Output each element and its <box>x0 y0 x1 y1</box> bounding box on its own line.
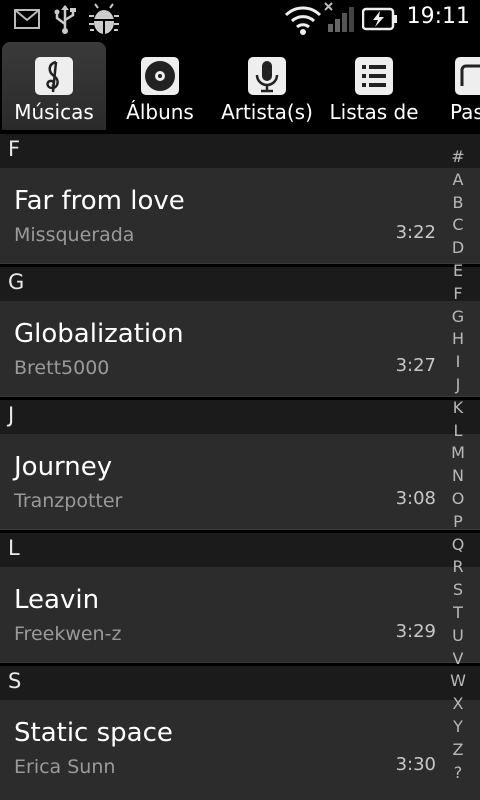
folder-icon <box>455 57 480 95</box>
tab-folders[interactable]: Pas <box>446 42 480 130</box>
usb-icon <box>54 5 76 34</box>
tab-artists[interactable]: Artista(s) <box>216 42 318 130</box>
index-letter[interactable]: D <box>444 237 472 260</box>
index-letter[interactable]: A <box>444 169 472 192</box>
index-letter[interactable]: O <box>444 488 472 511</box>
song-artist: Tranzpotter <box>14 490 123 512</box>
index-letter[interactable]: U <box>444 625 472 648</box>
section-header: G <box>0 267 480 301</box>
song-duration: 3:27 <box>395 355 436 376</box>
song-title: Leavin <box>14 585 100 615</box>
status-bar: 19:11 <box>0 0 480 38</box>
alphabet-index[interactable]: # A B C D E F G H I J K L M N O P Q R S T U V W X Y Z? <box>444 146 472 796</box>
section-letter: J <box>8 403 15 427</box>
index-letter[interactable]: I <box>444 351 472 374</box>
song-artist: Freekwen-z <box>14 623 122 645</box>
song-artist: Erica Sunn <box>14 756 116 778</box>
list-item[interactable]: Static space Erica Sunn 3:30 <box>0 700 480 800</box>
section-letter: F <box>8 137 21 161</box>
index-letter[interactable]: X <box>444 693 472 716</box>
song-list: F Far from love Missquerada 3:22 G Globa… <box>0 134 480 800</box>
index-letter[interactable]: G <box>444 306 472 329</box>
microphone-icon <box>248 57 286 95</box>
index-letter[interactable]: Q <box>444 534 472 557</box>
tab-label: Álbuns <box>126 100 194 124</box>
tab-label: Artista(s) <box>221 100 313 124</box>
list-item[interactable]: Globalization Brett5000 3:27 <box>0 301 480 397</box>
tab-bar: Músicas Álbuns Artista(s) Listas de Pas <box>0 38 480 130</box>
index-letter[interactable]: N <box>444 465 472 488</box>
index-letter[interactable]: S <box>444 579 472 602</box>
battery-charging-icon <box>362 7 397 31</box>
section-header: S <box>0 666 480 700</box>
index-letter[interactable]: Z <box>444 739 472 762</box>
tab-label: Listas de <box>329 100 419 124</box>
wifi-icon <box>284 6 322 35</box>
tab-albums[interactable]: Álbuns <box>110 42 210 130</box>
index-letter[interactable]: R <box>444 556 472 579</box>
song-duration: 3:30 <box>395 754 436 775</box>
tab-playlists[interactable]: Listas de <box>326 42 422 130</box>
disc-icon <box>141 57 179 95</box>
section-letter: S <box>8 669 22 693</box>
index-letter[interactable]: Y <box>444 716 472 739</box>
playlist-icon <box>355 57 393 95</box>
index-letter[interactable]: # <box>444 146 472 169</box>
index-letter[interactable]: C <box>444 214 472 237</box>
song-title: Far from love <box>14 186 185 216</box>
tab-label: Músicas <box>14 100 94 124</box>
song-title: Journey <box>14 452 113 482</box>
gmail-icon <box>14 9 40 29</box>
list-item[interactable]: Leavin Freekwen-z 3:29 <box>0 567 480 663</box>
song-artist: Brett5000 <box>14 357 110 379</box>
song-artist: Missquerada <box>14 224 135 246</box>
section-letter: G <box>8 270 25 294</box>
song-duration: 3:29 <box>395 621 436 642</box>
android-debug-icon <box>89 3 119 34</box>
song-title: Static space <box>14 718 173 748</box>
index-letter[interactable]: ? <box>444 762 472 785</box>
section-letter: L <box>8 536 20 560</box>
section-header: J <box>0 400 480 434</box>
clock: 19:11 <box>406 4 470 29</box>
song-duration: 3:08 <box>395 488 436 509</box>
music-note-icon <box>35 57 73 95</box>
index-letter[interactable]: L <box>444 420 472 443</box>
tab-label: Pas <box>450 100 480 124</box>
index-letter[interactable]: M <box>444 442 472 465</box>
song-title: Globalization <box>14 319 184 349</box>
index-letter[interactable]: K <box>444 397 472 420</box>
index-letter[interactable]: V <box>444 648 472 671</box>
signal-icon <box>324 2 354 32</box>
list-item[interactable]: Journey Tranzpotter 3:08 <box>0 434 480 530</box>
index-letter[interactable]: T <box>444 602 472 625</box>
index-letter[interactable]: B <box>444 192 472 215</box>
index-letter[interactable]: W <box>444 670 472 693</box>
index-letter[interactable]: H <box>444 328 472 351</box>
index-letter[interactable]: E <box>444 260 472 283</box>
section-header: L <box>0 533 480 567</box>
index-letter[interactable]: J <box>444 374 472 397</box>
section-header: F <box>0 134 480 168</box>
tab-songs[interactable]: Músicas <box>2 42 106 130</box>
list-item[interactable]: Far from love Missquerada 3:22 <box>0 168 480 264</box>
song-duration: 3:22 <box>395 222 436 243</box>
index-letter[interactable]: F <box>444 283 472 306</box>
index-letter[interactable]: P <box>444 511 472 534</box>
